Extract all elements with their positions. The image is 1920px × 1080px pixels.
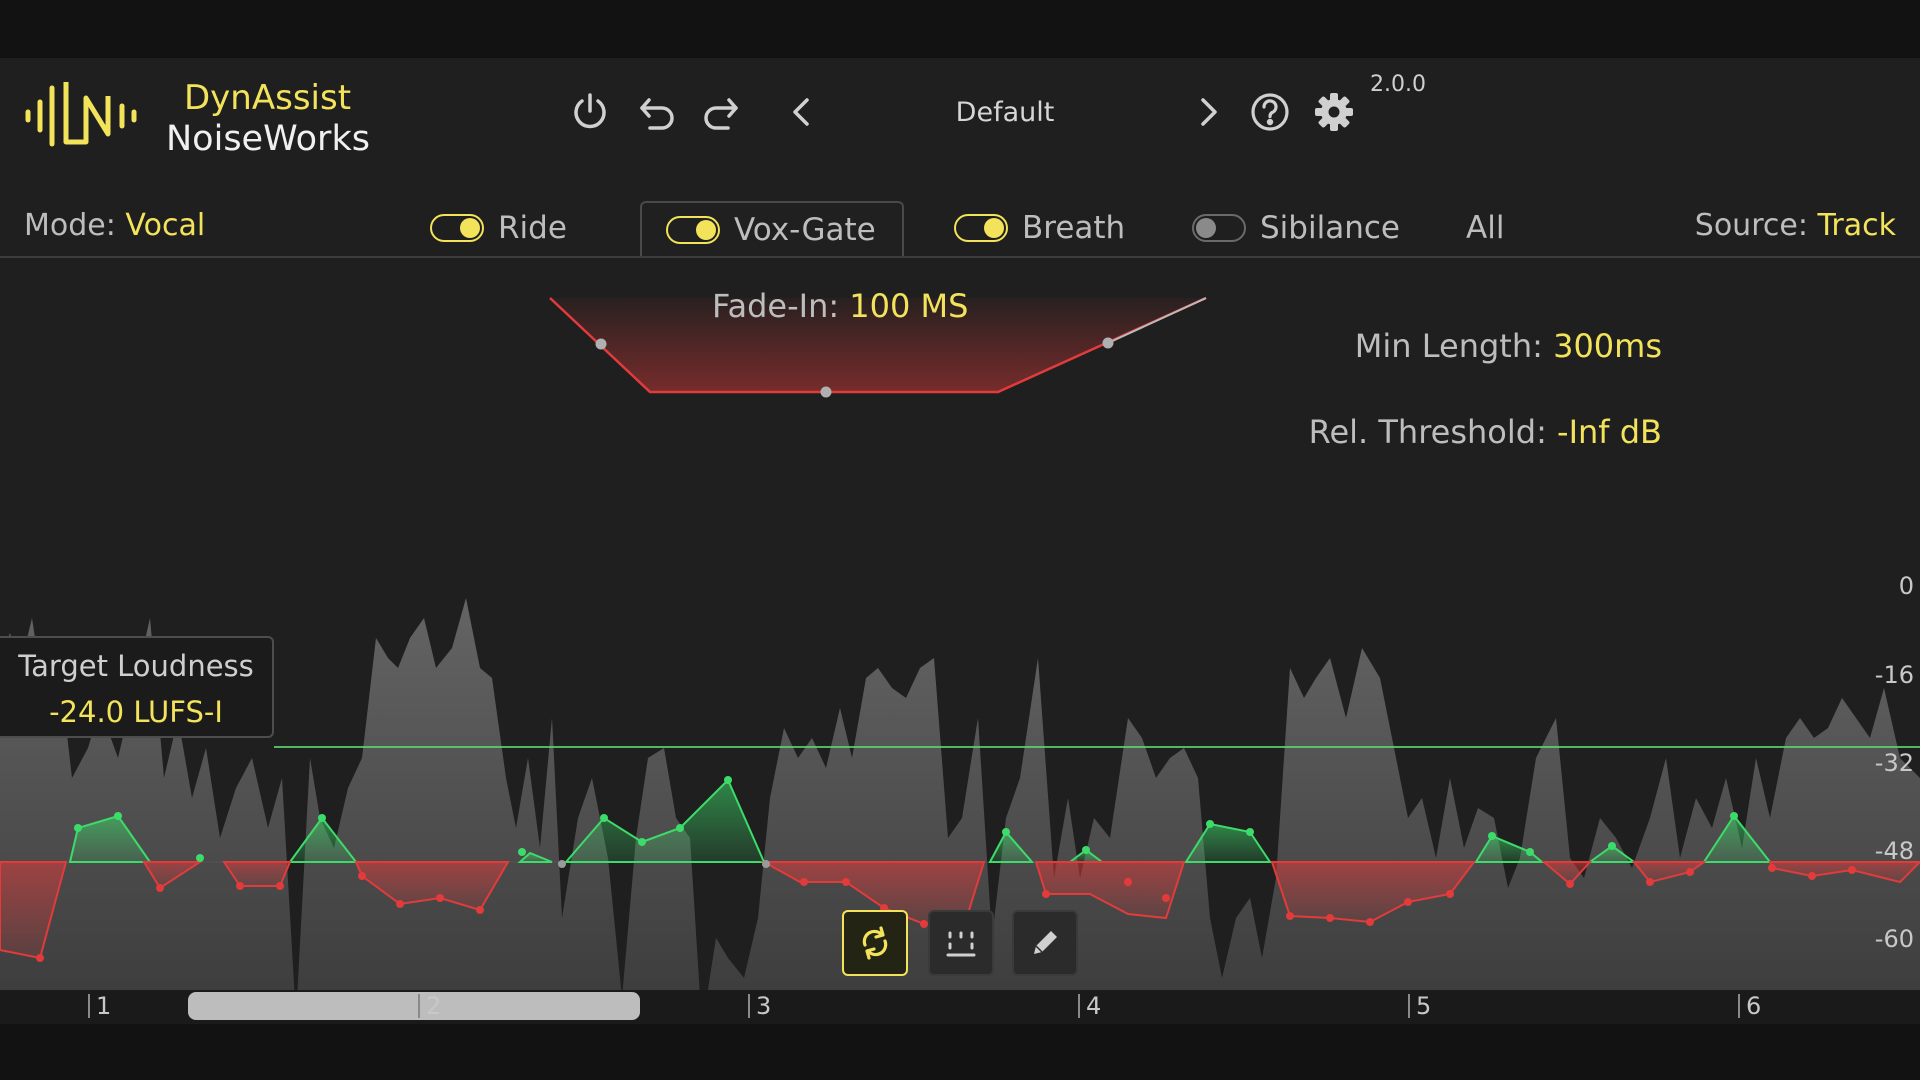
min-length-label: Min Length: xyxy=(1354,327,1543,365)
db-label-48: -48 xyxy=(1874,837,1914,865)
power-button[interactable] xyxy=(564,86,616,138)
help-button[interactable] xyxy=(1244,86,1296,138)
source-label: Source: xyxy=(1694,208,1808,243)
settings-button[interactable] xyxy=(1308,86,1360,138)
fade-in-label: Fade-In: xyxy=(712,287,840,325)
target-loudness-label: Target Loudness xyxy=(18,649,254,683)
preset-name[interactable]: Default xyxy=(900,88,1110,138)
mode-label: Mode: xyxy=(24,208,116,243)
gear-icon xyxy=(1315,93,1353,131)
timeline-scrollbar[interactable] xyxy=(188,992,640,1020)
draw-button[interactable] xyxy=(1012,910,1078,976)
rel-threshold-value: -Inf dB xyxy=(1557,413,1662,451)
help-icon xyxy=(1251,93,1289,131)
mode-selector[interactable]: Mode: Vocal xyxy=(24,206,205,246)
timeline-marker-1: 1 xyxy=(88,994,111,1018)
tab-breath-label: Breath xyxy=(1022,210,1126,246)
fade-in-param[interactable]: Fade-In: 100 MS xyxy=(712,286,968,326)
sibilance-toggle[interactable] xyxy=(1192,214,1246,242)
db-label-16: -16 xyxy=(1874,661,1914,689)
mode-value: Vocal xyxy=(125,208,206,243)
db-label-0: 0 xyxy=(1898,572,1914,600)
power-icon xyxy=(574,93,606,129)
breath-toggle[interactable] xyxy=(954,214,1008,242)
source-value: Track xyxy=(1817,208,1896,243)
min-length-param[interactable]: Min Length: 300ms xyxy=(1355,326,1662,366)
target-loudness-value: -24.0 LUFS-I xyxy=(49,695,223,729)
undo-icon xyxy=(640,98,674,130)
chevron-left-icon xyxy=(793,98,809,126)
loop-icon xyxy=(862,926,888,960)
timeline-marker-5: 5 xyxy=(1408,994,1431,1018)
chevron-right-icon xyxy=(1201,98,1217,126)
undo-button[interactable] xyxy=(630,86,682,138)
timeline-marker-3: 3 xyxy=(748,994,771,1018)
tab-ride-label: Ride xyxy=(498,210,567,246)
tab-sibilance-label: Sibilance xyxy=(1260,210,1400,246)
top-bar xyxy=(0,0,1920,58)
rel-threshold-param[interactable]: Rel. Threshold: -Inf dB xyxy=(1309,412,1662,452)
ride-toggle[interactable] xyxy=(430,214,484,242)
bottom-bar xyxy=(0,1024,1920,1080)
gate-floor-handle[interactable] xyxy=(820,386,832,398)
plugin-window: DynAssist NoiseWorks Default 2.0.0 Mode:… xyxy=(0,58,1920,1024)
source-selector[interactable]: Source: Track xyxy=(1695,206,1896,246)
tab-all-label: All xyxy=(1466,210,1505,246)
db-label-32: -32 xyxy=(1874,749,1914,777)
fade-in-handle[interactable] xyxy=(595,338,607,350)
tab-sibilance[interactable]: Sibilance xyxy=(1192,202,1400,254)
timeline-marker-6: 6 xyxy=(1738,994,1761,1018)
vox-gate-toggle[interactable] xyxy=(666,216,720,244)
version-label: 2.0.0 xyxy=(1370,72,1426,97)
fade-out-handle[interactable] xyxy=(1102,337,1114,349)
product-name: NoiseWorks xyxy=(166,119,370,159)
brand-name: DynAssist xyxy=(184,78,352,118)
loop-button[interactable] xyxy=(842,910,908,976)
rel-threshold-label: Rel. Threshold: xyxy=(1308,413,1547,451)
target-loudness-panel[interactable]: Target Loudness -24.0 LUFS-I xyxy=(0,636,274,738)
tab-ride[interactable]: Ride xyxy=(430,202,567,254)
tab-vox-gate[interactable]: Vox-Gate xyxy=(640,201,904,257)
timeline-marker-2: 2 xyxy=(418,994,441,1018)
grid-icon xyxy=(946,931,976,957)
tab-all[interactable]: All xyxy=(1466,202,1504,254)
timeline-marker-4: 4 xyxy=(1078,994,1101,1018)
redo-button[interactable] xyxy=(696,86,748,138)
logo-icon xyxy=(25,82,137,147)
pencil-icon xyxy=(1034,931,1057,954)
fade-in-value: 100 MS xyxy=(849,287,969,325)
next-preset-button[interactable] xyxy=(1182,86,1234,138)
tab-breath[interactable]: Breath xyxy=(954,202,1125,254)
grid-snap-button[interactable] xyxy=(928,910,994,976)
tab-vox-gate-label: Vox-Gate xyxy=(734,212,876,248)
db-label-60: -60 xyxy=(1874,925,1914,953)
previous-preset-button[interactable] xyxy=(776,86,828,138)
min-length-value: 300ms xyxy=(1553,327,1662,365)
redo-icon xyxy=(704,98,738,130)
